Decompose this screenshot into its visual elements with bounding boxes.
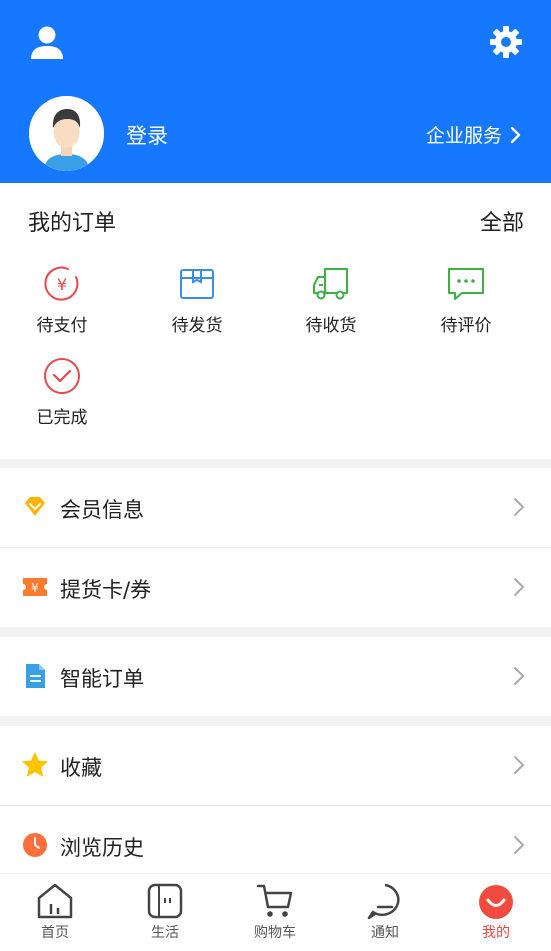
tab-cart[interactable]: 购物车 bbox=[230, 882, 320, 942]
menu-member-info[interactable]: 会员信息 bbox=[0, 468, 551, 547]
tab-life[interactable]: 生活 bbox=[120, 882, 210, 942]
menu-label: 收藏 bbox=[60, 756, 102, 780]
login-link[interactable]: 登录 bbox=[126, 120, 168, 150]
menu-label: 浏览历史 bbox=[60, 836, 144, 860]
bottom-tab-bar: 首页 生活 购物车 通知 我的 bbox=[0, 873, 551, 951]
star-icon bbox=[22, 752, 48, 777]
avatar[interactable] bbox=[29, 96, 104, 171]
svg-text:¥: ¥ bbox=[31, 581, 39, 595]
chevron-right-icon bbox=[514, 836, 525, 854]
tab-label: 首页 bbox=[41, 925, 69, 941]
clock-icon bbox=[23, 833, 47, 857]
tab-label: 购物车 bbox=[254, 925, 296, 941]
chevron-right-icon bbox=[514, 498, 525, 516]
menu-favorites[interactable]: 收藏 bbox=[0, 726, 551, 805]
chevron-right-icon bbox=[514, 667, 525, 685]
payment-pending-icon: ¥ bbox=[44, 266, 79, 301]
menu-label: 会员信息 bbox=[60, 498, 144, 522]
ticket-icon: ¥ bbox=[23, 578, 47, 596]
order-pending-shipment[interactable]: 待发货 bbox=[152, 265, 242, 336]
tab-mine[interactable]: 我的 bbox=[451, 882, 541, 942]
profile-smile-icon bbox=[479, 885, 513, 919]
order-pending-payment[interactable]: ¥ 待支付 bbox=[17, 265, 107, 336]
diamond-icon bbox=[25, 497, 45, 516]
gear-icon[interactable] bbox=[488, 24, 524, 60]
tab-label: 通知 bbox=[371, 925, 399, 941]
order-label: 待支付 bbox=[36, 316, 88, 336]
order-pending-review[interactable]: 待评价 bbox=[421, 265, 511, 336]
profile-header: 登录 企业服务 bbox=[0, 0, 551, 183]
chevron-right-icon bbox=[514, 756, 525, 774]
svg-text:¥: ¥ bbox=[57, 275, 67, 294]
chevron-right-icon bbox=[514, 578, 525, 596]
menu-label: 提货卡/券 bbox=[60, 578, 152, 602]
order-pending-receipt[interactable]: 待收货 bbox=[286, 265, 376, 336]
menu-pickup-card[interactable]: ¥ 提货卡/券 bbox=[0, 548, 551, 627]
cart-icon bbox=[256, 884, 293, 917]
check-circle-icon bbox=[44, 358, 80, 394]
box-icon bbox=[180, 269, 214, 299]
orders-title: 我的订单 bbox=[28, 211, 117, 236]
enterprise-service-label: 企业服务 bbox=[425, 125, 502, 147]
tab-label: 我的 bbox=[482, 925, 510, 941]
home-icon bbox=[37, 883, 73, 919]
avatar-image bbox=[29, 96, 104, 171]
tab-label: 生活 bbox=[151, 925, 179, 941]
tab-notification[interactable]: 通知 bbox=[340, 882, 430, 942]
enterprise-service-link[interactable]: 企业服务 bbox=[426, 121, 521, 148]
order-label: 待评价 bbox=[440, 316, 492, 336]
order-label: 待发货 bbox=[171, 316, 223, 336]
order-label: 已完成 bbox=[36, 408, 88, 428]
chevron-right-icon bbox=[510, 126, 521, 143]
order-label: 待收货 bbox=[305, 316, 357, 336]
my-orders-section: 我的订单 全部 ¥ 待支付 待发货 待收货 待评价 已完成 bbox=[0, 183, 551, 459]
order-completed[interactable]: 已完成 bbox=[17, 357, 107, 428]
menu-smart-order[interactable]: 智能订单 bbox=[0, 637, 551, 716]
notification-icon bbox=[367, 883, 400, 920]
menu-label: 智能订单 bbox=[60, 667, 144, 691]
tab-home[interactable]: 首页 bbox=[10, 882, 100, 942]
user-icon[interactable] bbox=[28, 25, 66, 61]
comment-icon bbox=[448, 268, 484, 300]
truck-icon bbox=[313, 268, 348, 300]
document-icon bbox=[26, 664, 45, 688]
orders-all-link[interactable]: 全部 bbox=[480, 205, 524, 237]
life-icon bbox=[147, 883, 183, 919]
